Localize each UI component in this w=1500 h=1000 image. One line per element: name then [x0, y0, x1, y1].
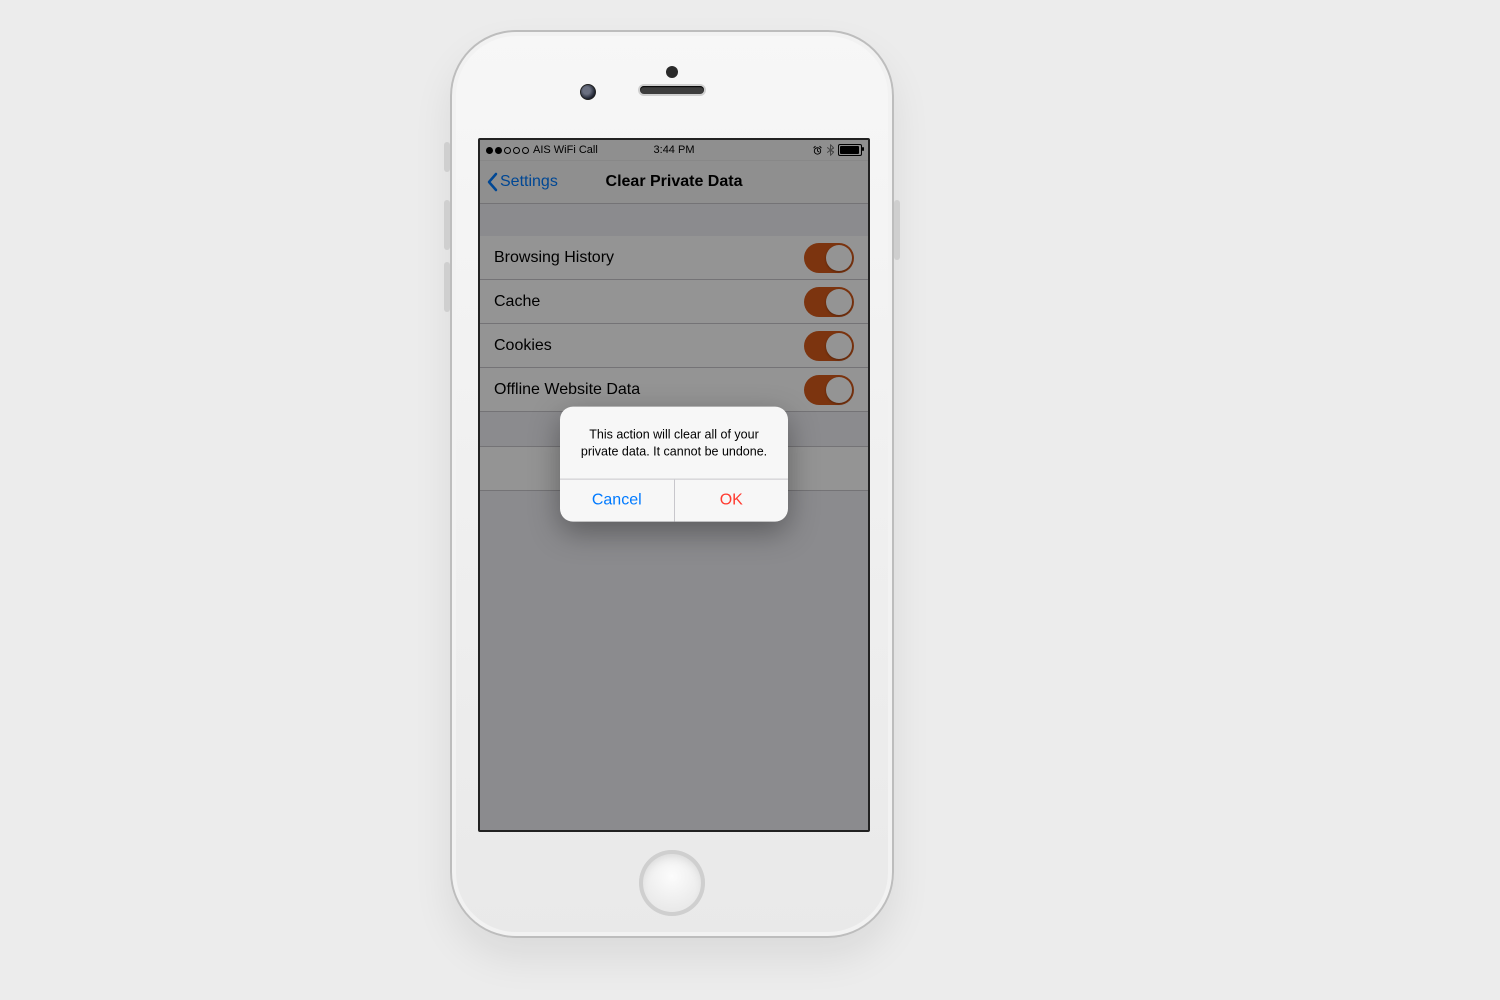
- ok-button[interactable]: OK: [674, 480, 789, 522]
- front-camera-icon: [580, 84, 596, 100]
- cancel-button[interactable]: Cancel: [560, 480, 674, 522]
- power-button: [894, 200, 900, 260]
- home-button[interactable]: [639, 850, 705, 916]
- cancel-label: Cancel: [592, 492, 642, 510]
- mute-switch-icon: [444, 142, 450, 172]
- iphone-frame: AIS WiFi Call 3:44 PM Settings: [450, 30, 894, 938]
- earpiece-speaker-icon: [640, 86, 704, 94]
- canvas: AIS WiFi Call 3:44 PM Settings: [0, 0, 1500, 1000]
- volume-down-button: [444, 262, 450, 312]
- screen: AIS WiFi Call 3:44 PM Settings: [478, 138, 870, 832]
- volume-up-button: [444, 200, 450, 250]
- ok-label: OK: [720, 492, 743, 510]
- proximity-sensor-icon: [666, 66, 678, 78]
- confirm-alert: This action will clear all of your priva…: [560, 407, 788, 522]
- alert-message: This action will clear all of your priva…: [560, 407, 788, 479]
